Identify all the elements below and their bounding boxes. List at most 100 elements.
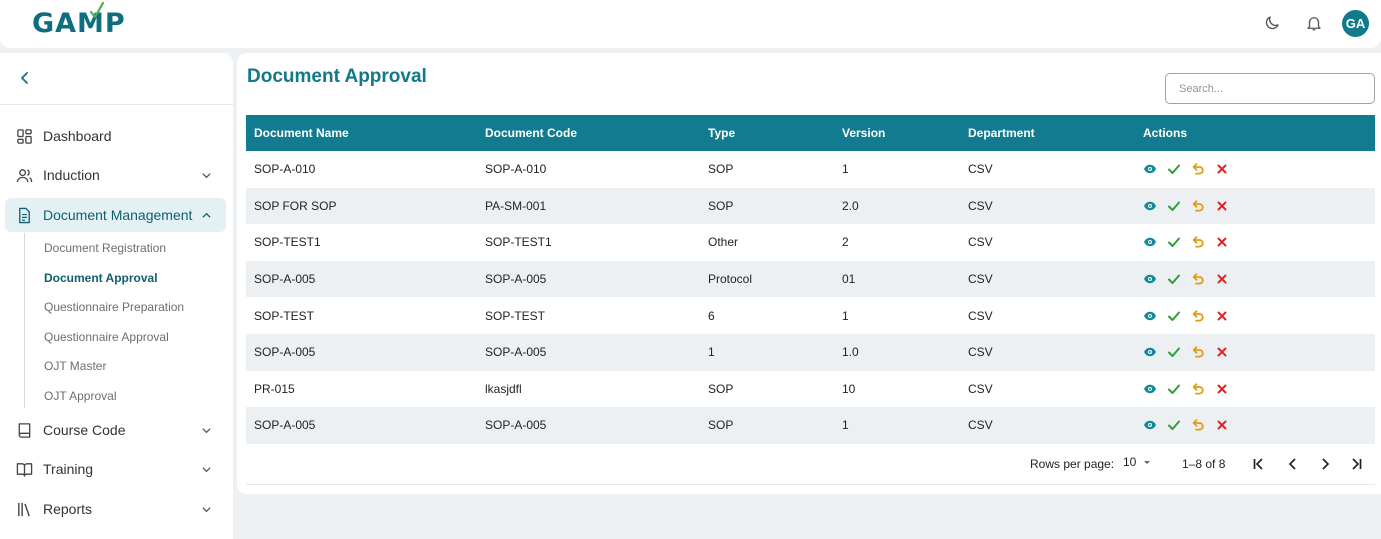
revert-icon[interactable] [1191, 272, 1205, 286]
approve-check-icon[interactable] [1167, 272, 1181, 286]
column-header[interactable]: Document Name [246, 115, 477, 151]
reject-x-icon[interactable] [1215, 199, 1229, 213]
previous-page-icon[interactable] [1286, 457, 1300, 471]
approve-check-icon[interactable] [1167, 382, 1181, 396]
reject-x-icon[interactable] [1215, 162, 1229, 176]
column-header[interactable]: Type [700, 115, 834, 151]
column-header[interactable]: Department [960, 115, 1135, 151]
open-book-icon [16, 463, 33, 477]
table-cell: SOP-A-010 [485, 162, 547, 177]
approve-check-icon[interactable] [1167, 199, 1181, 213]
last-page-icon[interactable] [1349, 457, 1363, 471]
revert-icon[interactable] [1191, 309, 1205, 323]
table-cell: SOP-A-005 [485, 272, 547, 287]
revert-icon[interactable] [1191, 235, 1205, 249]
reject-x-icon[interactable] [1215, 345, 1229, 359]
table-cell: 1.0 [842, 345, 859, 360]
bell-icon[interactable] [1305, 14, 1323, 32]
actions-cell [1135, 371, 1375, 408]
moon-icon[interactable] [1263, 14, 1281, 32]
logo-text: GAMP [32, 8, 126, 39]
approve-check-icon[interactable] [1167, 162, 1181, 176]
logo-tick-icon [90, 2, 104, 18]
submenu-guide-line [24, 233, 25, 408]
table-cell: SOP [708, 198, 734, 213]
revert-icon[interactable] [1191, 162, 1205, 176]
submenu-document-approval[interactable]: Document Approval [44, 271, 158, 285]
table-row: SOP FOR SOP PA-SM-001 SOP 2.0 CSV [246, 187, 1375, 225]
table-cell: SOP-TEST [485, 308, 546, 323]
approve-check-icon[interactable] [1167, 309, 1181, 323]
app-logo[interactable]: GAMP [32, 2, 126, 39]
table-cell: CSV [968, 345, 993, 360]
main-card: Document Approval Document Name Document… [237, 53, 1381, 494]
search-input[interactable] [1165, 73, 1375, 104]
view-icon[interactable] [1143, 272, 1157, 286]
sidebar-item-training[interactable]: Training [5, 452, 226, 486]
sidebar-item-label: Dashboard [43, 128, 112, 144]
sidebar-item-label: Training [43, 461, 94, 477]
sidebar: Dashboard Induction Document Management … [0, 53, 233, 539]
approve-check-icon[interactable] [1167, 345, 1181, 359]
submenu-ojt-approval[interactable]: OJT Approval [44, 389, 116, 403]
document-table: Document Name Document Code Type Version… [246, 115, 1375, 444]
sidebar-item-label: Reports [43, 501, 93, 517]
table-cell: CSV [968, 162, 993, 177]
view-icon[interactable] [1143, 418, 1157, 432]
sidebar-item-label: Course Code [43, 422, 126, 438]
view-icon[interactable] [1143, 235, 1157, 249]
table-cell: SOP-TEST1 [485, 235, 552, 250]
table-cell: SOP-A-005 [485, 418, 547, 433]
rows-per-page-select[interactable]: 10 [1123, 455, 1152, 469]
table-row: SOP-A-010 SOP-A-010 SOP 1 CSV [246, 151, 1375, 188]
sidebar-item-course-code[interactable]: Course Code [5, 413, 226, 447]
submenu-document-registration[interactable]: Document Registration [44, 241, 166, 255]
sidebar-item-label: Induction [43, 167, 100, 183]
chevron-down-icon [202, 173, 211, 179]
revert-icon[interactable] [1191, 345, 1205, 359]
first-page-icon[interactable] [1252, 457, 1266, 471]
column-header[interactable]: Document Code [477, 115, 700, 151]
sidebar-item-document-management[interactable]: Document Management [5, 198, 226, 232]
reject-x-icon[interactable] [1215, 272, 1229, 286]
table-header-row: Document Name Document Code Type Version… [246, 115, 1375, 151]
sidebar-item-induction[interactable]: Induction [5, 158, 226, 192]
actions-cell [1135, 224, 1375, 261]
reject-x-icon[interactable] [1215, 418, 1229, 432]
table-cell: 1 [708, 345, 715, 360]
table-cell: SOP FOR SOP [254, 198, 337, 213]
row-actions [1143, 309, 1375, 323]
submenu-ojt-master[interactable]: OJT Master [44, 359, 106, 373]
row-actions [1143, 418, 1375, 432]
avatar[interactable]: GA [1342, 10, 1369, 37]
table-cell: Protocol [708, 272, 753, 287]
view-icon[interactable] [1143, 162, 1157, 176]
revert-icon[interactable] [1191, 418, 1205, 432]
table-cell: CSV [968, 381, 993, 396]
view-icon[interactable] [1143, 345, 1157, 359]
actions-cell [1135, 334, 1375, 371]
actions-cell [1135, 151, 1375, 188]
reject-x-icon[interactable] [1215, 235, 1229, 249]
sidebar-item-dashboard[interactable]: Dashboard [5, 119, 226, 153]
submenu-questionnaire-approval[interactable]: Questionnaire Approval [44, 330, 169, 344]
column-header[interactable]: Version [834, 115, 960, 151]
chevron-left-icon[interactable] [18, 71, 32, 85]
revert-icon[interactable] [1191, 199, 1205, 213]
table-cell: PA-SM-001 [485, 198, 547, 213]
view-icon[interactable] [1143, 382, 1157, 396]
table-cell: 6 [708, 308, 715, 323]
approve-check-icon[interactable] [1167, 235, 1181, 249]
reject-x-icon[interactable] [1215, 309, 1229, 323]
revert-icon[interactable] [1191, 382, 1205, 396]
view-icon[interactable] [1143, 309, 1157, 323]
submenu-questionnaire-preparation[interactable]: Questionnaire Preparation [44, 300, 184, 314]
view-icon[interactable] [1143, 199, 1157, 213]
table-row: SOP-TEST1 SOP-TEST1 Other 2 CSV [246, 224, 1375, 261]
table-cell: SOP [708, 162, 734, 177]
sidebar-item-reports[interactable]: Reports [5, 492, 226, 526]
approve-check-icon[interactable] [1167, 418, 1181, 432]
next-page-icon[interactable] [1318, 457, 1332, 471]
table-cell: SOP-A-005 [254, 345, 316, 360]
reject-x-icon[interactable] [1215, 382, 1229, 396]
